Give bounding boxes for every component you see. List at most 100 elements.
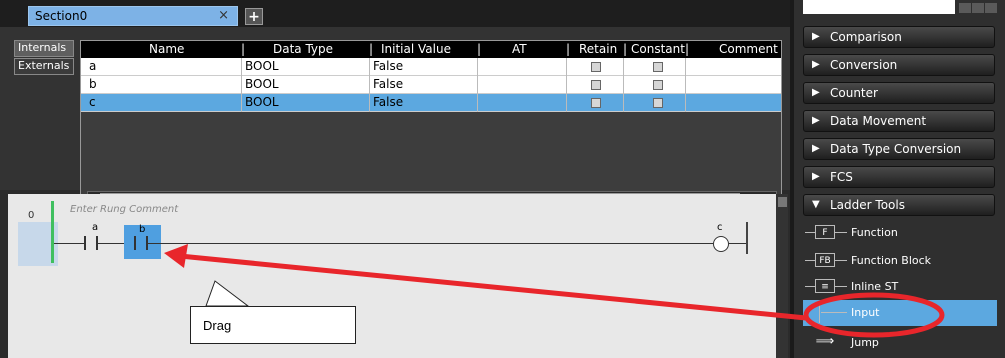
function-icon: F [815,225,835,239]
tab-label: Section0 [35,9,88,23]
tool-inline-st[interactable]: ≡ Inline ST [803,274,997,300]
coil-label: c [717,222,723,233]
search-option-button[interactable] [959,3,971,13]
column-separator: | [685,42,690,56]
cell-name[interactable]: b [89,77,97,91]
category-comparison[interactable]: ▶ Comparison [803,26,995,48]
constant-checkbox[interactable] [653,80,663,90]
expand-arrow-icon: ▶ [812,31,820,42]
column-header-at[interactable]: AT [512,42,527,56]
table-header: Name | Data Type | Initial Value | AT | … [81,41,781,58]
tool-wire [835,232,847,233]
tool-wire [835,260,847,261]
search-option-button[interactable] [972,3,984,13]
tool-input[interactable]: Input [803,300,997,326]
tool-function[interactable]: F Function [803,220,997,246]
category-ladder-tools[interactable]: ▼ Ladder Tools [803,194,995,216]
category-label: Counter [830,86,878,100]
category-label: Data Movement [830,114,927,128]
retain-checkbox[interactable] [591,98,601,108]
column-header-constant[interactable]: Constant [631,42,685,56]
category-label: Conversion [830,58,898,72]
search-option-button[interactable] [985,3,997,13]
tool-function-block[interactable]: FB Function Block [803,248,997,274]
tool-wire [805,232,815,233]
close-icon[interactable]: × [218,8,229,23]
contact-a[interactable] [84,236,98,250]
retain-checkbox[interactable] [591,62,601,72]
column-divider [566,58,567,112]
inline-st-icon: ≡ [815,279,835,293]
cell-data-type[interactable]: BOOL [245,95,279,109]
right-power-rail [746,222,748,254]
tab-externals[interactable]: Externals [14,58,74,75]
tab-internals[interactable]: Internals [14,40,74,57]
column-header-name[interactable]: Name [149,42,184,56]
expand-arrow-icon: ▶ [812,59,820,70]
cell-data-type[interactable]: BOOL [245,77,279,91]
tool-wire [805,260,815,261]
column-separator: | [623,42,628,56]
category-fcs[interactable]: ▶ FCS [803,166,995,188]
column-header-initial-value[interactable]: Initial Value [381,42,451,56]
rung-comment-field[interactable]: Enter Rung Comment [70,204,178,215]
cell-data-type[interactable]: BOOL [245,59,279,73]
cell-name[interactable]: c [89,95,96,109]
category-label: Ladder Tools [830,198,905,212]
tab-section0[interactable]: Section0 × [28,6,238,26]
tool-label: Function Block [851,254,932,267]
column-header-retain[interactable]: Retain [579,42,617,56]
table-row[interactable]: b BOOL False [81,76,781,94]
cell-initial-value[interactable]: False [373,95,403,109]
tool-wire [821,312,847,313]
function-block-icon: FB [815,253,835,267]
retain-checkbox[interactable] [591,80,601,90]
left-power-rail [51,201,54,263]
category-label: Comparison [830,30,902,44]
vertical-scrollbar[interactable] [776,194,788,358]
cell-initial-value[interactable]: False [373,77,403,91]
category-counter[interactable]: ▶ Counter [803,82,995,104]
callout-text: Drag [203,318,232,333]
add-tab-button[interactable]: + [245,8,263,25]
column-header-data-type[interactable]: Data Type [273,42,333,56]
contact-b[interactable] [134,236,148,250]
expand-arrow-icon: ▶ [812,171,820,182]
ladder-diagram-area[interactable]: 0 Enter Rung Comment a b c [8,194,786,358]
column-separator: | [566,42,571,56]
category-conversion[interactable]: ▶ Conversion [803,54,995,76]
toolbox-search-input[interactable] [803,0,955,14]
toolbox-pane: ▶ Comparison ▶ Conversion ▶ Counter ▶ Da… [790,0,1005,358]
scroll-up-arrow-icon[interactable] [778,197,787,207]
input-contact-icon [819,303,820,323]
column-separator: | [369,42,374,56]
category-label: FCS [830,170,853,184]
variable-table: Name | Data Type | Initial Value | AT | … [80,40,782,208]
category-data-movement[interactable]: ▶ Data Movement [803,110,995,132]
tool-wire [805,286,815,287]
table-row-selected[interactable]: c BOOL False [81,94,781,112]
expand-arrow-icon: ▶ [812,143,820,154]
collapse-arrow-icon: ▼ [812,199,820,210]
column-divider [241,58,242,112]
jump-icon: ⟹ [815,334,835,349]
column-divider [685,58,686,112]
tool-jump[interactable]: ⟹ Jump [803,330,997,356]
drag-callout: Drag [190,306,356,344]
table-row[interactable]: a BOOL False [81,58,781,76]
rung-number: 0 [28,210,35,221]
editor-tab-bar: Section0 × + [0,0,790,27]
category-data-type-conversion[interactable]: ▶ Data Type Conversion [803,138,995,160]
column-header-comment[interactable]: Comment [719,42,778,56]
variable-scope-tabs: Internals Externals [14,40,74,76]
contact-a-label: a [92,222,99,233]
category-label: Data Type Conversion [830,142,962,156]
column-divider [369,58,370,112]
cell-name[interactable]: a [89,59,96,73]
tool-label: Input [851,306,880,319]
constant-checkbox[interactable] [653,62,663,72]
column-separator: | [241,42,246,56]
cell-initial-value[interactable]: False [373,59,403,73]
output-coil[interactable] [713,236,729,252]
constant-checkbox[interactable] [653,98,663,108]
